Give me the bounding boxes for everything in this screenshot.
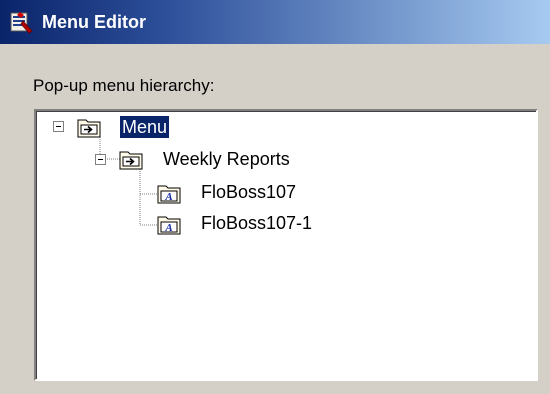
- svg-text:A: A: [164, 191, 172, 203]
- expand-collapse-toggle-menu[interactable]: [53, 121, 64, 132]
- report-folder-icon: A: [157, 185, 181, 204]
- window-title: Menu Editor: [42, 12, 146, 32]
- tree-node-weekly-reports[interactable]: Weekly Reports: [161, 148, 292, 170]
- menu-hierarchy-tree[interactable]: Menu Weekly Reports A FloBoss107 A FloBo…: [34, 109, 538, 381]
- report-folder-icon: A: [157, 216, 181, 235]
- menu-editor-app-icon: [10, 12, 33, 34]
- expand-collapse-toggle-weekly-reports[interactable]: [95, 154, 106, 165]
- tree-node-floboss107-1[interactable]: FloBoss107-1: [199, 212, 314, 234]
- menu-editor-window: Menu Editor Pop-up menu hierarchy: Menu: [0, 0, 550, 394]
- tree-node-floboss107[interactable]: FloBoss107: [199, 181, 298, 203]
- menu-folder-icon: [77, 119, 101, 138]
- tree-group-label: Pop-up menu hierarchy:: [33, 76, 215, 95]
- tree-node-menu[interactable]: Menu: [120, 116, 170, 138]
- title-bar[interactable]: Menu Editor: [0, 0, 550, 44]
- svg-text:A: A: [164, 222, 172, 234]
- menu-folder-icon: [119, 151, 143, 170]
